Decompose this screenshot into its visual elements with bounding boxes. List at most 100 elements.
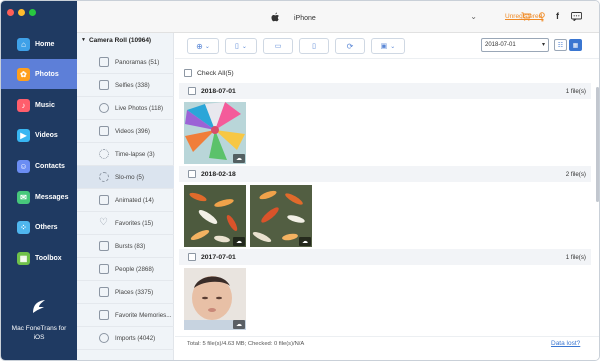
sidebar-item-label: Music	[35, 101, 55, 109]
album-item-label: Panoramas (51)	[115, 58, 160, 66]
sidebar-item-toolbox[interactable]: ▦ Toolbox	[1, 243, 77, 273]
list-view-button[interactable]: ☷	[554, 39, 567, 51]
album-item-label: Time-lapse (3)	[115, 150, 155, 158]
panorama-icon	[99, 57, 109, 67]
facebook-icon[interactable]: f	[556, 11, 559, 21]
vertical-scrollbar[interactable]	[596, 87, 599, 202]
album-item-favorites[interactable]: ♡ Favorites (15)	[77, 212, 174, 235]
album-list: ▼ Camera Roll (10964) Panoramas (51) Sel…	[77, 33, 174, 360]
refresh-icon: ⟳	[346, 41, 354, 51]
add-button[interactable]: ⊕ ⌄	[187, 38, 219, 54]
album-item-imports[interactable]: Imports (4042)	[77, 327, 174, 350]
sidebar-item-music[interactable]: ♪ Music	[1, 90, 77, 120]
sidebar-item-home[interactable]: ⌂ Home	[1, 29, 77, 59]
group-checkbox[interactable]	[188, 87, 196, 95]
delete-button[interactable]: ▯	[299, 38, 329, 54]
refresh-button[interactable]: ⟳	[335, 38, 365, 54]
app-window: ⌂ Home ✿ Photos ♪ Music ▶ Videos ☺ Conta…	[0, 0, 600, 361]
device-name: iPhone	[294, 14, 316, 22]
triangle-down-icon: ▼	[81, 37, 86, 43]
album-item-label: Slo-mo (5)	[115, 173, 144, 181]
photo-thumbnail[interactable]: ☁	[250, 185, 312, 247]
album-item-bursts[interactable]: Bursts (83)	[77, 235, 174, 258]
album-item-favorite-memories[interactable]: Favorite Memories...	[77, 304, 174, 327]
export-pc-button[interactable]: ▭	[263, 38, 293, 54]
chevron-down-icon: ⌄	[390, 43, 396, 50]
photo-thumbnail[interactable]: ☁	[184, 102, 246, 164]
album-item-panoramas[interactable]: Panoramas (51)	[77, 51, 174, 74]
status-summary: Total: 5 file(s)/4.63 MB; Checked: 0 fil…	[187, 341, 305, 347]
sidebar-item-messages[interactable]: ✉ Messages	[1, 182, 77, 212]
export-device-button[interactable]: ▯ ⌄	[225, 38, 257, 54]
album-item-live-photos[interactable]: Live Photos (118)	[77, 97, 174, 120]
album-item-videos[interactable]: Videos (396)	[77, 120, 174, 143]
group-checkbox[interactable]	[188, 253, 196, 261]
sidebar-item-others[interactable]: ⁘ Others	[1, 212, 77, 242]
data-lost-link[interactable]: Data lost?	[551, 340, 580, 347]
album-item-places[interactable]: Places (3375)	[77, 281, 174, 304]
cart-icon[interactable]	[521, 12, 531, 23]
grid-view-button[interactable]: ▦	[569, 39, 582, 51]
slo-mo-icon	[99, 172, 109, 182]
album-item-slo-mo[interactable]: Slo-mo (5)	[77, 166, 174, 189]
others-icon: ⁘	[17, 220, 30, 234]
album-item-time-lapse[interactable]: Time-lapse (3)	[77, 143, 174, 166]
toolbox-button[interactable]: ▣ ⌄	[371, 38, 405, 54]
plus-circle-icon: ⊕	[196, 41, 203, 51]
check-all[interactable]: Check All(5)	[184, 69, 234, 77]
album-item-animated[interactable]: Animated (14)	[77, 189, 174, 212]
device-selector[interactable]: iPhone ⌄	[271, 9, 477, 27]
messages-icon: ✉	[17, 190, 30, 204]
memories-icon	[99, 310, 109, 320]
photo-thumbnail[interactable]: ☁	[184, 268, 246, 330]
sidebar-item-label: Messages	[35, 193, 69, 201]
feedback-icon[interactable]	[571, 12, 582, 23]
album-item-label: People (2868)	[115, 265, 154, 273]
places-icon	[99, 287, 109, 297]
group-date: 2017-07-01	[201, 253, 236, 261]
app-brand: Mac FoneTrans for iOS	[1, 297, 77, 342]
people-icon	[99, 264, 109, 274]
sidebar-item-label: Toolbox	[35, 254, 62, 262]
sidebar-item-label: Photos	[35, 70, 59, 78]
key-icon[interactable]	[538, 12, 546, 24]
chevron-down-icon: ⌄	[204, 43, 210, 50]
sidebar-item-label: Home	[35, 40, 55, 48]
live-photo-icon	[99, 103, 109, 113]
group-file-count: 2 file(s)	[565, 170, 586, 178]
sidebar-item-videos[interactable]: ▶ Videos	[1, 120, 77, 150]
sidebar-item-photos[interactable]: ✿ Photos	[1, 59, 77, 89]
top-bar: iPhone ⌄ Unregistered f	[77, 1, 599, 33]
album-header[interactable]: ▼ Camera Roll (10964)	[77, 33, 174, 47]
check-all-checkbox[interactable]	[184, 69, 192, 77]
album-header-label: Camera Roll (10964)	[88, 36, 152, 44]
album-item-people[interactable]: People (2868)	[77, 258, 174, 281]
icloud-icon: ☁	[233, 320, 245, 329]
group-date: 2018-07-01	[201, 87, 236, 95]
phone-export-icon: ▯	[235, 43, 239, 50]
close-window-button[interactable]	[7, 9, 14, 16]
toolbar: ⊕ ⌄ ▯ ⌄ ▭ ▯ ⟳ ▣ ⌄ 2018-07-01 ▾ ☷ ▦	[175, 33, 599, 59]
album-item-selfies[interactable]: Selfies (338)	[77, 74, 174, 97]
zoom-window-button[interactable]	[29, 9, 36, 16]
icloud-icon: ☁	[233, 237, 245, 246]
date-filter-select[interactable]: 2018-07-01 ▾	[481, 38, 549, 52]
minimize-window-button[interactable]	[18, 9, 25, 16]
briefcase-icon: ▣	[380, 43, 388, 50]
apple-icon	[271, 12, 280, 25]
time-lapse-icon	[99, 149, 109, 159]
heart-icon: ♡	[99, 217, 108, 228]
album-item-label: Selfies (338)	[115, 81, 150, 89]
bursts-icon	[99, 241, 109, 251]
sidebar-item-label: Others	[35, 223, 58, 231]
group-checkbox[interactable]	[188, 170, 196, 178]
photo-thumbnail[interactable]: ☁	[184, 185, 246, 247]
music-icon: ♪	[17, 98, 30, 112]
album-item-label: Bursts (83)	[115, 242, 146, 250]
sidebar: ⌂ Home ✿ Photos ♪ Music ▶ Videos ☺ Conta…	[1, 1, 77, 360]
brand-name-line2: iOS	[33, 334, 45, 341]
device-icon: ▯	[312, 43, 316, 50]
sidebar-item-label: Contacts	[35, 162, 65, 170]
video-icon	[99, 126, 109, 136]
sidebar-item-contacts[interactable]: ☺ Contacts	[1, 151, 77, 181]
